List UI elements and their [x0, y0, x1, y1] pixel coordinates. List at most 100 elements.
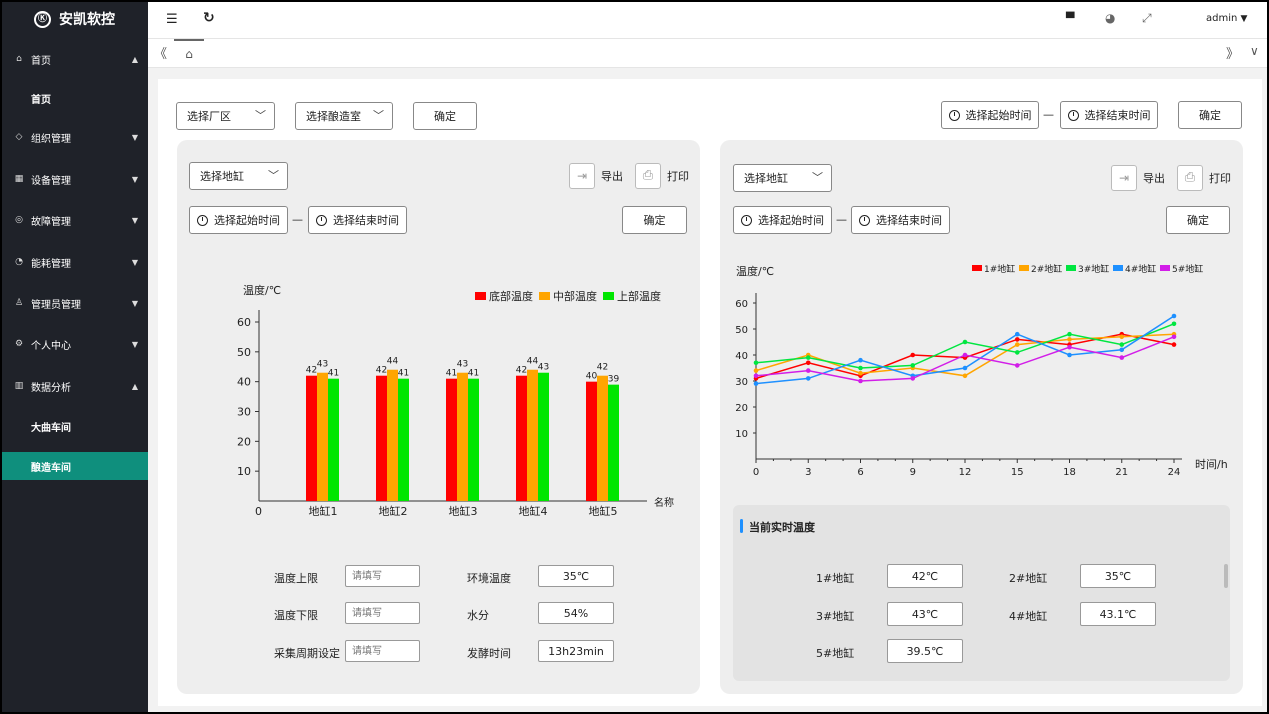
scrollbar-thumb[interactable]	[1224, 564, 1228, 588]
tab-menu-icon[interactable]: ∨	[1250, 44, 1259, 58]
collect-period-label: 采集周期设定	[274, 647, 340, 660]
room-select[interactable]: 选择酿造室 ﹀	[295, 102, 393, 130]
sidebar-item-home[interactable]: ⌂ 首页 ▲	[2, 48, 148, 70]
data-point	[1014, 337, 1020, 342]
bar	[468, 378, 479, 501]
app-title: 安凯软控	[59, 12, 115, 28]
export-button-left[interactable]: ⇥ 导出	[569, 162, 623, 190]
printer-icon: ⎙	[1177, 165, 1203, 191]
refresh-icon[interactable]: ↻	[203, 10, 215, 26]
monitor-icon[interactable]: ▀	[1066, 12, 1074, 25]
ferment-time-label: 发酵时间	[467, 647, 511, 660]
data-point	[805, 376, 811, 381]
data-point	[1171, 321, 1177, 327]
vat-select-right[interactable]: 选择地缸 ﹀	[733, 164, 832, 192]
username: admin	[1206, 13, 1238, 24]
sidebar-subitem-brewing[interactable]: 酿造车间	[2, 452, 148, 480]
tab-home[interactable]: ⌂	[174, 39, 204, 67]
data-point	[1119, 334, 1125, 340]
gear-icon: ⚙	[14, 339, 24, 349]
bar	[387, 369, 398, 501]
export-button-right[interactable]: ⇥ 导出	[1111, 164, 1165, 192]
filter-confirm-button[interactable]: 确定	[413, 102, 477, 130]
data-point	[910, 352, 916, 358]
data-point	[962, 339, 968, 345]
start-time-label: 选择起始时间	[214, 214, 280, 227]
print-button-right[interactable]: ⎙ 打印	[1177, 164, 1231, 192]
data-point	[910, 376, 916, 381]
vat-2-label: 2#地缸	[1009, 572, 1048, 585]
legend-label: 上部温度	[617, 289, 661, 303]
data-label: 42	[516, 366, 527, 376]
sidebar-item-analysis[interactable]: ▥ 数据分析 ▲	[2, 375, 148, 397]
data-label: 40	[586, 372, 598, 382]
vat-select-left[interactable]: 选择地缸 ﹀	[189, 162, 288, 190]
sidebar-item-energy[interactable]: ◔ 能耗管理 ▼	[2, 251, 148, 273]
bar-chart: 温度/℃名称0102030405060地缸1424341地缸2424441地缸3…	[237, 283, 674, 518]
sidebar-item-profile[interactable]: ⚙ 个人中心 ▼	[2, 333, 148, 355]
ferment-time-value: 13h23min	[538, 640, 614, 662]
data-label: 43	[457, 360, 468, 370]
confirm-button-left[interactable]: 确定	[622, 206, 687, 234]
y-tick-label: 50	[237, 346, 251, 359]
x-tick-label: 12	[959, 467, 972, 478]
y-tick-label: 10	[735, 429, 748, 440]
y-axis-title: 温度/℃	[243, 283, 281, 297]
print-button-left[interactable]: ⎙ 打印	[635, 162, 689, 190]
scroll-left-icon[interactable]: 《	[154, 43, 167, 62]
sidebar-item-admins[interactable]: ♙ 管理员管理 ▼	[2, 292, 148, 314]
bar	[317, 372, 328, 501]
export-label: 导出	[601, 170, 623, 183]
sidebar: Ⓚ 安凯软控 ⌂ 首页 ▲ 首页 ◇ 组织管理 ▼ ▦ 设备管理 ▼ ◎ 故障管…	[2, 2, 148, 712]
logo-icon: Ⓚ	[34, 10, 51, 28]
factory-select[interactable]: 选择厂区 ﹀	[176, 102, 275, 130]
chevron-down-icon: ▼	[131, 132, 138, 142]
moisture-label: 水分	[467, 609, 489, 622]
end-time-button[interactable]: 选择结束时间	[1060, 101, 1158, 129]
sidebar-subitem-daqu[interactable]: 大曲车间	[2, 415, 148, 437]
data-label: 43	[538, 363, 549, 373]
scroll-right-icon[interactable]: 》	[1226, 43, 1239, 62]
temp-upper-input[interactable]	[345, 565, 420, 587]
data-point	[753, 373, 759, 379]
start-time-button[interactable]: 选择起始时间	[941, 101, 1039, 129]
data-point	[1119, 347, 1125, 353]
y-tick-label: 30	[237, 406, 251, 419]
start-time-button-left[interactable]: 选择起始时间	[189, 206, 288, 234]
sidebar-item-organization[interactable]: ◇ 组织管理 ▼	[2, 126, 148, 148]
range-separator: —	[292, 213, 303, 226]
start-time-button-right[interactable]: 选择起始时间	[733, 206, 832, 234]
data-point	[1119, 342, 1125, 347]
sidebar-subitem-home[interactable]: 首页	[2, 87, 148, 109]
confirm-button-right[interactable]: 确定	[1166, 206, 1230, 234]
x-axis-title: 时间/h	[1195, 458, 1228, 471]
bar	[538, 372, 549, 501]
palette-icon[interactable]: ◕	[1105, 11, 1115, 25]
x-tick-label: 24	[1168, 467, 1181, 478]
data-point	[1067, 337, 1072, 342]
y-axis-title: 温度/℃	[736, 264, 774, 278]
sidebar-item-faults[interactable]: ◎ 故障管理 ▼	[2, 209, 148, 231]
collect-period-input[interactable]	[345, 640, 420, 662]
data-point	[753, 360, 759, 366]
bar	[376, 375, 387, 501]
sidebar-item-label: 大曲车间	[31, 422, 71, 434]
shield-icon: ◎	[15, 215, 23, 225]
time-confirm-button[interactable]: 确定	[1178, 101, 1242, 129]
end-time-button-right[interactable]: 选择结束时间	[851, 206, 950, 234]
user-icon: ♙	[14, 298, 24, 308]
user-menu[interactable]: admin ▼	[1206, 13, 1247, 24]
data-point	[858, 365, 863, 371]
data-point	[1014, 363, 1020, 368]
sidebar-item-label: 能耗管理	[31, 258, 71, 270]
menu-toggle-icon[interactable]: ☰	[166, 12, 178, 27]
data-point	[1119, 355, 1125, 360]
temp-lower-input[interactable]	[345, 602, 420, 624]
fullscreen-icon[interactable]: ⤢	[1142, 11, 1152, 26]
data-label: 39	[608, 375, 620, 385]
y-tick-label: 30	[735, 377, 748, 388]
sidebar-item-label: 设备管理	[31, 175, 71, 187]
end-time-button-left[interactable]: 选择结束时间	[308, 206, 407, 234]
sidebar-item-devices[interactable]: ▦ 设备管理 ▼	[2, 168, 148, 190]
chevron-down-icon: ▼	[131, 339, 138, 349]
